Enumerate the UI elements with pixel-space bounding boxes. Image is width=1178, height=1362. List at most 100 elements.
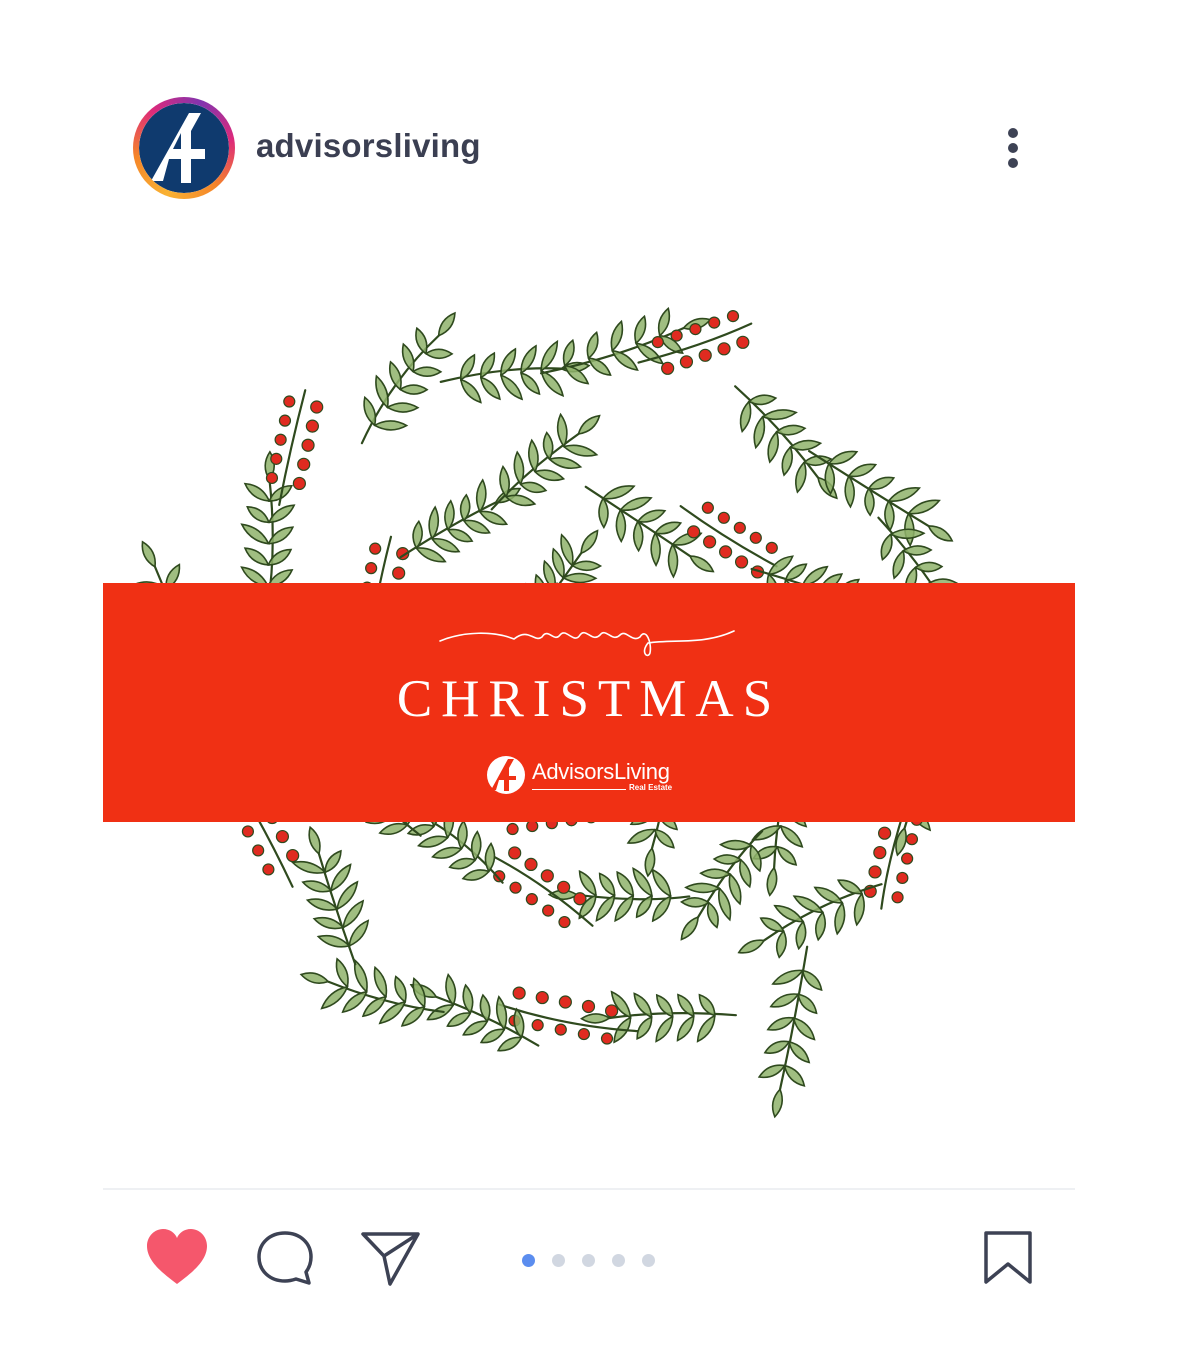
berry bbox=[297, 457, 311, 471]
leaf bbox=[688, 555, 715, 573]
berry bbox=[270, 452, 283, 465]
leaf bbox=[448, 857, 477, 870]
berry bbox=[275, 829, 290, 844]
berry bbox=[392, 566, 406, 580]
leaf bbox=[540, 369, 565, 397]
berry bbox=[734, 555, 749, 569]
leaf bbox=[320, 985, 349, 1010]
leaf bbox=[718, 886, 732, 922]
berry bbox=[292, 476, 306, 491]
leaf bbox=[470, 830, 482, 862]
berry bbox=[661, 361, 675, 375]
leaf bbox=[844, 474, 855, 509]
leaf bbox=[513, 450, 525, 486]
leaf bbox=[601, 485, 636, 500]
leaf bbox=[401, 342, 415, 373]
leaf bbox=[378, 1000, 407, 1025]
leaf bbox=[598, 872, 616, 897]
leaf bbox=[853, 892, 865, 927]
leaf bbox=[769, 993, 800, 1008]
leaf bbox=[680, 897, 711, 908]
leaf bbox=[651, 868, 672, 898]
leaf bbox=[836, 879, 864, 895]
leaf bbox=[547, 456, 583, 470]
leaf bbox=[479, 1028, 506, 1044]
leaf bbox=[299, 972, 330, 984]
berry bbox=[703, 535, 717, 549]
leaf bbox=[479, 993, 491, 1023]
leaf bbox=[814, 910, 827, 942]
leaf bbox=[781, 445, 793, 477]
berry bbox=[878, 826, 892, 840]
leaf bbox=[353, 958, 368, 994]
berry bbox=[241, 825, 255, 838]
leaf bbox=[634, 314, 647, 345]
leaf bbox=[749, 844, 762, 873]
username[interactable]: advisorsliving bbox=[256, 127, 481, 165]
leaf bbox=[478, 510, 509, 526]
divider bbox=[103, 1188, 1075, 1190]
leaf bbox=[577, 414, 601, 435]
leaf bbox=[336, 880, 359, 911]
bookmark-icon[interactable] bbox=[983, 1230, 1033, 1286]
berry bbox=[540, 869, 554, 883]
leaf bbox=[308, 825, 321, 856]
berry bbox=[605, 1004, 619, 1018]
berry bbox=[531, 1019, 544, 1032]
leaf bbox=[459, 378, 482, 404]
leaf bbox=[706, 901, 719, 929]
berry bbox=[508, 846, 522, 860]
berry bbox=[698, 348, 712, 362]
leaf bbox=[767, 430, 779, 464]
berry bbox=[689, 323, 702, 336]
berry bbox=[557, 880, 571, 894]
berry bbox=[600, 1032, 614, 1045]
leaf bbox=[595, 894, 616, 922]
send-icon[interactable] bbox=[360, 1230, 422, 1288]
avatar[interactable] bbox=[133, 97, 235, 199]
leaf bbox=[927, 525, 954, 542]
christmas-banner: CHRISTMAS AdvisorsLiving Real Estate bbox=[103, 583, 1075, 822]
leaf bbox=[907, 499, 941, 515]
leaf bbox=[636, 1015, 653, 1040]
brand-logo: AdvisorsLiving Real Estate bbox=[486, 755, 706, 795]
berry bbox=[526, 819, 539, 833]
leaf bbox=[696, 1014, 716, 1043]
leaf bbox=[437, 311, 456, 337]
berry bbox=[717, 342, 731, 356]
leaf bbox=[499, 374, 524, 401]
leaf bbox=[783, 1064, 806, 1087]
leaf bbox=[797, 993, 818, 1015]
merry-script-lettering bbox=[439, 630, 735, 657]
leaf bbox=[779, 824, 804, 848]
leaf bbox=[562, 338, 575, 368]
leaf bbox=[792, 1016, 816, 1041]
berry bbox=[274, 433, 287, 446]
more-vertical-icon[interactable] bbox=[995, 123, 1031, 173]
leaf bbox=[578, 870, 597, 897]
leaf bbox=[499, 464, 510, 499]
berry bbox=[283, 395, 296, 408]
leaf bbox=[763, 1040, 791, 1054]
berry bbox=[305, 419, 319, 433]
leaf bbox=[788, 1040, 811, 1064]
pager-dot bbox=[552, 1254, 565, 1267]
comment-icon[interactable] bbox=[256, 1230, 314, 1286]
berry bbox=[901, 852, 914, 865]
leaf bbox=[430, 537, 461, 553]
heart-icon[interactable] bbox=[145, 1228, 209, 1286]
leaf bbox=[424, 348, 454, 360]
leaf bbox=[411, 366, 443, 377]
leaf bbox=[462, 519, 491, 534]
leaf bbox=[676, 1014, 695, 1042]
leaf bbox=[610, 319, 624, 353]
berry bbox=[701, 501, 714, 514]
leaf bbox=[519, 481, 548, 494]
leaf bbox=[556, 412, 568, 449]
leaf bbox=[243, 547, 270, 566]
leaf bbox=[867, 476, 896, 490]
leaf bbox=[667, 542, 679, 579]
leaf bbox=[757, 1064, 786, 1079]
menu-dot bbox=[1008, 143, 1018, 153]
berry bbox=[506, 822, 519, 836]
